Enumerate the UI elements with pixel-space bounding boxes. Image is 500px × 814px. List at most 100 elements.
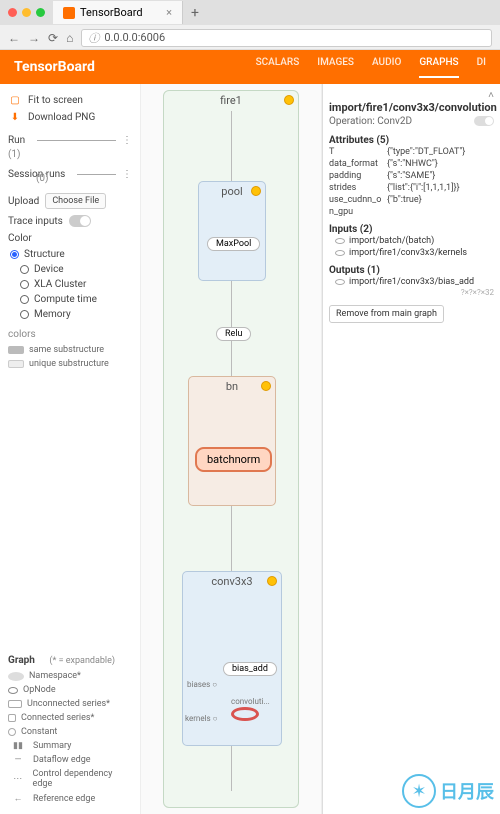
choose-file-button[interactable]: Choose File [45,193,106,209]
fit-icon: ▢ [8,95,22,106]
tab-title: TensorBoard [80,6,143,19]
color-xla[interactable]: XLA Cluster [8,277,132,292]
color-compute[interactable]: Compute time [8,292,132,307]
attr-row: T{"type":"DT_FLOAT"} [329,146,494,158]
info-panel: ˄ import/fire1/conv3x3/convolution Opera… [322,84,500,814]
forward-button[interactable]: → [28,31,40,45]
color-device[interactable]: Device [8,262,132,277]
info-title: import/fire1/conv3x3/convolution [329,90,494,114]
input-row[interactable]: import/fire1/conv3x3/kernels [329,247,494,259]
output-dim: ?×?×?×32 [329,288,494,297]
legend-namespace: Namespace* [8,669,132,683]
run-menu-icon[interactable]: ⋮ [122,135,132,146]
close-tab-icon[interactable]: × [166,6,172,19]
session-selector[interactable] [77,174,116,175]
close-window-icon[interactable] [8,8,17,17]
attributes-label: Attributes (5) [329,135,494,146]
scope-fire1-title: fire1 [164,91,298,110]
legend-same: same substructure [8,343,132,357]
upload-label: Upload [8,196,39,207]
radio-icon [20,265,29,274]
expand-icon[interactable] [284,95,294,105]
output-row[interactable]: import/fire1/conv3x3/bias_add [329,276,494,288]
colors-label: colors [8,329,36,340]
scope-conv3x3[interactable]: conv3x3 bias_add biases ○ convoluti... k… [182,571,282,746]
logo: TensorBoard [14,59,95,75]
window-controls[interactable] [0,8,53,17]
minimize-window-icon[interactable] [22,8,31,17]
run-label: Run [8,135,25,146]
node-icon [335,279,345,285]
graph-legend-title: Graph [8,655,35,666]
browser-chrome: TensorBoard × + ← → ⟳ ⌂ ⓘ 0.0.0.0:6006 [0,0,500,50]
back-button[interactable]: ← [8,31,20,45]
download-png-button[interactable]: ⬇ Download PNG [8,109,132,126]
download-label: Download PNG [28,112,95,123]
scope-bn[interactable]: bn batchnorm [188,376,276,506]
legend-reference: ←Reference edge [8,791,132,806]
attr-row: strides{"list":{"i":[1,1,1,1]}} [329,182,494,194]
legend-dataflow: —Dataflow edge [8,753,132,767]
color-memory[interactable]: Memory [8,307,132,322]
tab-bar: TensorBoard × + [0,0,500,25]
node-biases[interactable]: biases ○ [187,680,217,689]
sidebar: ▢ Fit to screen ⬇ Download PNG Run ⋮ (1)… [0,84,140,814]
node-bias-add[interactable]: bias_add [223,662,277,676]
legend-connected: Connected series* [8,711,132,725]
fit-label: Fit to screen [28,95,83,106]
graph-canvas[interactable]: fire1 pool MaxPool Relu bn batchnorm con… [140,84,322,814]
address-bar[interactable]: ⓘ 0.0.0.0:6006 [81,29,492,47]
home-button[interactable]: ⌂ [66,31,73,45]
radio-icon [20,295,29,304]
maximize-window-icon[interactable] [36,8,45,17]
session-menu-icon[interactable]: ⋮ [122,169,132,180]
tab-distributions[interactable]: DI [477,57,486,78]
run-selector[interactable] [37,140,116,141]
expand-icon[interactable] [251,186,261,196]
inputs-label: Inputs (2) [329,224,494,235]
watermark: ✶ 日月辰 [402,774,494,808]
main-content: ▢ Fit to screen ⬇ Download PNG Run ⋮ (1)… [0,84,500,814]
legend-control: ⋯Control dependency edge [8,767,132,791]
color-label: Color [8,233,32,244]
scope-pool[interactable]: pool MaxPool [198,181,266,281]
node-batchnorm[interactable]: batchnorm [195,447,272,472]
collapse-icon[interactable]: ˄ [488,90,494,101]
info-toggle[interactable] [474,116,494,126]
header-tabs: SCALARS IMAGES AUDIO GRAPHS DI [256,57,486,78]
attr-row: use_cudnn_o{"b":true} [329,194,494,206]
info-icon[interactable]: ⓘ [88,30,99,46]
node-maxpool[interactable]: MaxPool [207,237,260,251]
tab-favicon [63,7,75,19]
node-convolution-selected[interactable] [231,707,259,721]
radio-icon [10,250,19,259]
legend-unconnected: Unconnected series* [8,697,132,711]
radio-icon [20,310,29,319]
tab-images[interactable]: IMAGES [317,57,354,78]
node-relu[interactable]: Relu [216,327,251,341]
expand-icon[interactable] [267,576,277,586]
node-icon [335,238,345,244]
tab-audio[interactable]: AUDIO [372,57,401,78]
legend-constant: Constant [8,725,132,739]
operation-value: Conv2D [377,116,412,127]
attr-row: n_gpu [329,206,494,218]
new-tab-button[interactable]: + [183,5,207,21]
browser-tab[interactable]: TensorBoard × [53,1,183,24]
scope-fire1[interactable]: fire1 pool MaxPool Relu bn batchnorm con… [163,90,299,808]
tab-scalars[interactable]: SCALARS [256,57,300,78]
input-row[interactable]: import/batch/(batch) [329,235,494,247]
outputs-label: Outputs (1) [329,265,494,276]
reload-button[interactable]: ⟳ [48,31,58,45]
color-structure[interactable]: Structure [8,247,132,262]
fit-to-screen-button[interactable]: ▢ Fit to screen [8,92,132,109]
trace-toggle[interactable] [69,215,91,227]
operation-label: Operation: [329,116,375,127]
legend-summary: ▮▮Summary [8,739,132,753]
expand-icon[interactable] [261,381,271,391]
remove-from-graph-button[interactable]: Remove from main graph [329,305,444,323]
tab-graphs[interactable]: GRAPHS [419,57,458,78]
trace-label: Trace inputs [8,216,63,227]
attr-row: data_format{"s":"NHWC"} [329,158,494,170]
node-kernels[interactable]: kernels ○ [185,714,218,723]
